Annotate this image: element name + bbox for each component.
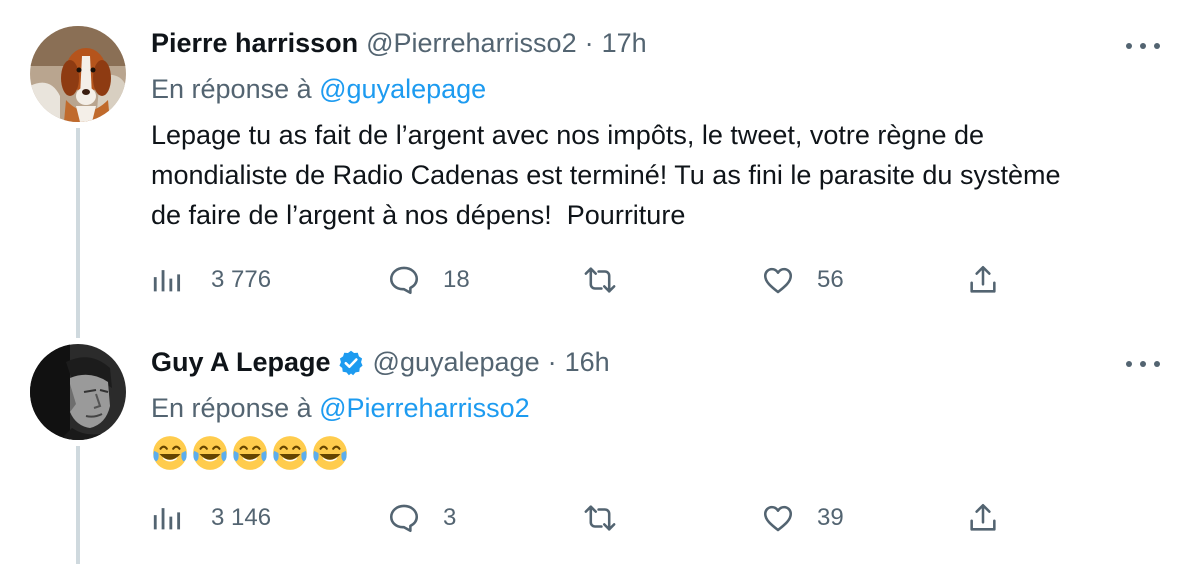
- avatar[interactable]: [30, 344, 126, 440]
- tweet-emoji-text: [151, 434, 349, 472]
- share-upload-icon: [970, 265, 996, 293]
- share-button[interactable]: [966, 498, 1000, 538]
- heart-icon: [763, 267, 793, 294]
- tweet-header: Pierre harrisson @Pierreharrisso2 · 17h: [151, 28, 647, 59]
- tears-of-joy-emoji-icon: [193, 436, 227, 470]
- retweet-icon: [584, 267, 616, 293]
- tears-of-joy-emoji-icon: [153, 436, 187, 470]
- share-upload-icon: [970, 503, 996, 531]
- like-count: 39: [817, 504, 844, 531]
- author-name[interactable]: Guy A Lepage: [151, 347, 331, 378]
- more-dots-icon[interactable]: [1126, 36, 1160, 56]
- verified-badge-icon[interactable]: [337, 349, 365, 377]
- author-name[interactable]: Pierre harrisson: [151, 28, 358, 59]
- reply-count: 3: [443, 504, 457, 531]
- reply-button[interactable]: 18: [387, 260, 470, 300]
- tweet-time[interactable]: 17h: [602, 28, 647, 59]
- separator-dot: ·: [584, 28, 594, 58]
- reply-mention-link[interactable]: @guyalepage: [319, 74, 486, 104]
- bar-chart-icon: [153, 508, 181, 530]
- speech-bubble-icon: [389, 266, 419, 295]
- tweet-time[interactable]: 16h: [565, 347, 610, 378]
- tweet-2[interactable]: Guy A Lepage @guyalepage · 16h En répons…: [0, 330, 1196, 564]
- reply-mention-link[interactable]: @Pierreharrisso2: [319, 393, 529, 423]
- share-button[interactable]: [966, 260, 1000, 300]
- reply-count: 18: [443, 266, 470, 293]
- views-count: 3 776: [211, 266, 272, 293]
- author-handle[interactable]: @guyalepage: [373, 347, 540, 378]
- tweet-header: Guy A Lepage @guyalepage · 16h: [151, 347, 610, 378]
- author-handle[interactable]: @Pierreharrisso2: [366, 28, 576, 59]
- tweet-actions: 3 146 3 39: [151, 498, 1031, 538]
- tweet-1[interactable]: Pierre harrisson @Pierreharrisso2 · 17h …: [0, 0, 1196, 330]
- more-dots-icon[interactable]: [1126, 354, 1160, 374]
- speech-bubble-icon: [389, 504, 419, 533]
- reply-context: En réponse à @guyalepage: [151, 74, 486, 105]
- heart-icon: [763, 505, 793, 532]
- retweet-icon: [584, 505, 616, 531]
- tears-of-joy-emoji-icon: [313, 436, 347, 470]
- retweet-button[interactable]: [583, 260, 617, 300]
- tweet-text: Lepage tu as fait de l’argent avec nos i…: [151, 120, 1061, 230]
- reply-context: En réponse à @Pierreharrisso2: [151, 393, 530, 424]
- reply-prefix: En réponse à: [151, 74, 320, 104]
- dog-photo-avatar-icon: [30, 26, 126, 122]
- avatar[interactable]: [30, 26, 126, 122]
- reply-button[interactable]: 3: [387, 498, 456, 538]
- retweet-button[interactable]: [583, 498, 617, 538]
- views-button[interactable]: 3 776: [151, 260, 271, 300]
- tears-of-joy-emoji-icon: [233, 436, 267, 470]
- bar-chart-icon: [153, 270, 181, 292]
- tears-of-joy-emoji-icon: [273, 436, 307, 470]
- like-button[interactable]: 39: [761, 498, 844, 538]
- man-bw-photo-avatar-icon: [30, 344, 126, 440]
- separator-dot: ·: [547, 347, 557, 377]
- reply-prefix: En réponse à: [151, 393, 320, 423]
- views-button[interactable]: 3 146: [151, 498, 271, 538]
- tweet-actions: 3 776 18 56: [151, 260, 1031, 300]
- like-count: 56: [817, 266, 844, 293]
- views-count: 3 146: [211, 504, 272, 531]
- like-button[interactable]: 56: [761, 260, 844, 300]
